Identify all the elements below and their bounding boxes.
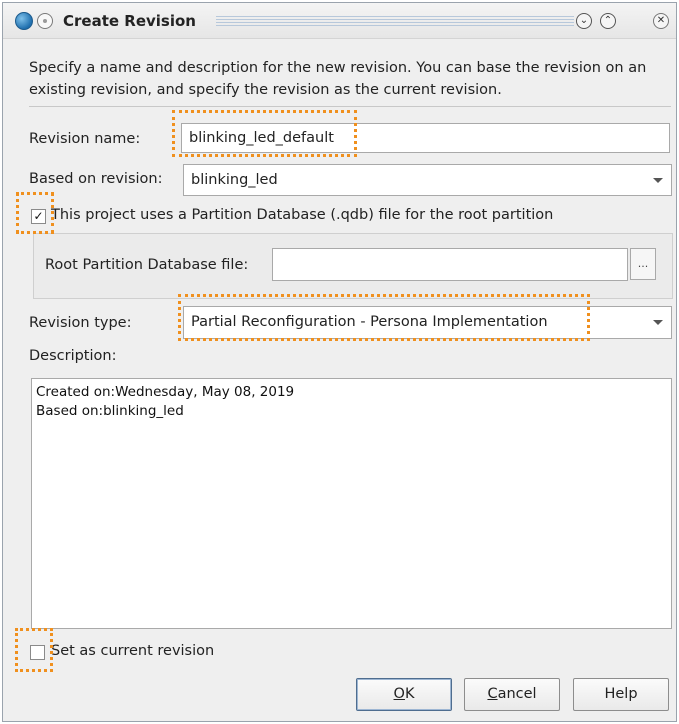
ok-mnemonic: O: [393, 686, 405, 702]
root-partition-file-label: Root Partition Database file:: [45, 257, 249, 273]
help-button[interactable]: Help: [573, 678, 669, 711]
revision-type-label: Revision type:: [29, 315, 132, 331]
description-textarea[interactable]: Created on:Wednesday, May 08, 2019 Based…: [31, 378, 672, 629]
revision-type-value: Partial Reconfiguration - Persona Implem…: [191, 314, 548, 330]
set-current-checkbox[interactable]: [30, 645, 45, 660]
revision-name-label: Revision name:: [29, 131, 141, 147]
description-line: Based on:blinking_led: [36, 403, 184, 419]
ok-label-rest: K: [404, 686, 415, 702]
description-line: Created on:Wednesday, May 08, 2019: [36, 384, 295, 400]
description-label: Description:: [29, 348, 117, 364]
based-on-revision-value: blinking_led: [191, 172, 278, 188]
revision-name-input[interactable]: blinking_led_default: [181, 123, 670, 153]
revision-type-select[interactable]: Partial Reconfiguration - Persona Implem…: [183, 306, 672, 339]
title-bar[interactable]: Create Revision ⌄ ⌃ ✕: [3, 3, 676, 39]
cancel-label-rest: ancel: [497, 686, 537, 702]
title-drag-handle[interactable]: [216, 16, 574, 27]
window-menu-icon[interactable]: [37, 13, 53, 29]
separator: [29, 106, 671, 107]
root-partition-file-input[interactable]: [272, 248, 628, 281]
chevron-up-icon[interactable]: ⌃: [600, 13, 616, 29]
partition-db-checkbox-label[interactable]: This project uses a Partition Database (…: [51, 207, 553, 223]
close-icon[interactable]: ✕: [653, 13, 669, 29]
window-title: Create Revision: [63, 12, 196, 30]
dropdown-arrow-icon: [653, 320, 663, 325]
based-on-revision-select[interactable]: blinking_led: [183, 164, 672, 196]
set-current-label[interactable]: Set as current revision: [51, 643, 214, 659]
browse-button[interactable]: ...: [630, 248, 656, 280]
dropdown-arrow-icon: [653, 178, 663, 183]
intro-text: Specify a name and description for the n…: [29, 60, 647, 98]
cancel-button[interactable]: Cancel: [464, 678, 560, 711]
based-on-revision-label: Based on revision:: [29, 171, 163, 187]
cancel-mnemonic: C: [487, 686, 498, 702]
create-revision-dialog: Create Revision ⌄ ⌃ ✕ Specify a name and…: [2, 2, 677, 722]
ok-button[interactable]: OK: [356, 678, 452, 711]
partition-db-checkbox[interactable]: ✓: [31, 209, 46, 224]
chevron-down-icon[interactable]: ⌄: [576, 13, 592, 29]
app-globe-icon: [15, 12, 33, 30]
